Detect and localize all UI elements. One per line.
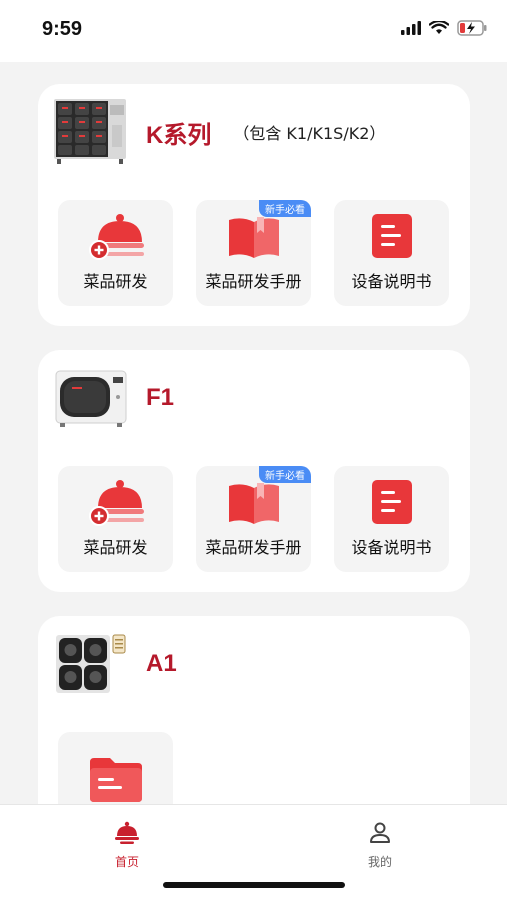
tab-label: 我的 — [367, 855, 392, 869]
tile-device-manual[interactable]: 设备说明书 — [334, 200, 449, 306]
card-title: A1 — [146, 650, 177, 677]
tile-row: 菜品研发 新手必看 菜品研发手册 设备说明书 — [58, 466, 449, 572]
tile-folder[interactable] — [58, 732, 173, 804]
book-icon — [229, 483, 279, 524]
tile-dish-manual[interactable]: 新手必看 菜品研发手册 — [196, 200, 311, 306]
folder-icon — [90, 758, 142, 802]
tab-label: 首页 — [114, 855, 139, 869]
wifi-icon — [429, 21, 449, 34]
card-subtitle: （包含 K1/K1S/K2） — [233, 124, 386, 143]
cloche-plus-icon — [89, 214, 144, 260]
tab-mine[interactable]: 我的 — [340, 821, 420, 870]
battery-charging-icon — [457, 20, 487, 36]
book-icon — [229, 217, 279, 258]
tile-row: 菜品研发 新手必看 菜品研发手册 设备说明书 — [58, 200, 449, 306]
card-title: F1 — [146, 384, 175, 411]
card-header: A1 — [54, 630, 177, 698]
device-card-f1: F1 菜品研发 新手必看 菜品研发手册 设备说明书 — [38, 350, 470, 592]
k-series-cabinet-icon — [54, 99, 128, 165]
card-header: F1 — [54, 364, 174, 432]
status-time: 9:59 — [42, 18, 83, 40]
status-icons — [401, 20, 487, 36]
status-bar: 9:59 — [0, 0, 507, 62]
f1-oven-icon — [54, 365, 128, 431]
tile-label: 菜品研发 — [83, 538, 148, 557]
home-indicator — [163, 882, 345, 888]
user-icon — [370, 822, 390, 843]
tile-row — [58, 732, 173, 804]
signal-icon — [401, 21, 421, 35]
tile-label: 设备说明书 — [351, 272, 432, 291]
a1-pots-icon — [54, 631, 128, 697]
manual-icon — [372, 214, 412, 258]
tile-label: 设备说明书 — [351, 538, 432, 557]
cloche-plus-icon — [89, 480, 144, 526]
tile-device-manual[interactable]: 设备说明书 — [334, 466, 449, 572]
manual-icon — [372, 480, 412, 524]
card-title: K系列 — [146, 121, 212, 149]
tile-dish-development[interactable]: 菜品研发 — [58, 200, 173, 306]
tile-dish-manual[interactable]: 新手必看 菜品研发手册 — [196, 466, 311, 572]
device-card-k-series: K系列 （包含 K1/K1S/K2） 菜品研发 新手必看 菜品研发手册 设备说明… — [38, 84, 470, 326]
tile-dish-development[interactable]: 菜品研发 — [58, 466, 173, 572]
tab-home[interactable]: 首页 — [87, 821, 167, 870]
home-cloche-icon — [115, 821, 139, 844]
tile-label: 菜品研发手册 — [205, 272, 302, 291]
card-header: K系列 （包含 K1/K1S/K2） — [54, 98, 385, 166]
device-list[interactable]: K系列 （包含 K1/K1S/K2） 菜品研发 新手必看 菜品研发手册 设备说明… — [0, 62, 507, 804]
device-card-a1: A1 — [38, 616, 470, 804]
tile-label: 菜品研发 — [83, 272, 148, 291]
tile-label: 菜品研发手册 — [205, 538, 302, 557]
